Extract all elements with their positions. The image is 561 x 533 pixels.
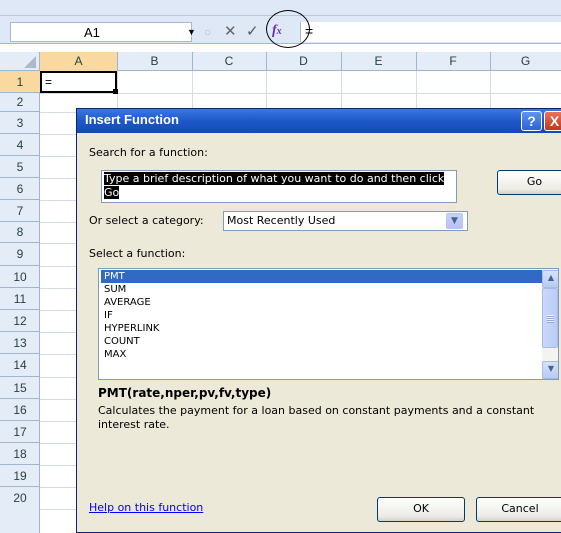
dialog-titlebar[interactable]: Insert Function ? X xyxy=(77,109,561,133)
search-input[interactable]: Type a brief description of what you wan… xyxy=(101,170,457,203)
select-all-icon xyxy=(24,56,36,68)
row-header-10[interactable]: 10 xyxy=(0,266,40,288)
cell-a1-value: = xyxy=(45,75,53,89)
name-box-value: A1 xyxy=(84,25,100,40)
row-header-15[interactable]: 15 xyxy=(0,377,40,399)
column-header-e[interactable]: E xyxy=(341,52,417,71)
fill-handle[interactable] xyxy=(113,89,118,94)
close-icon[interactable]: X xyxy=(544,111,561,131)
list-item-if[interactable]: IF xyxy=(101,309,544,322)
list-item-sum[interactable]: SUM xyxy=(101,283,544,296)
help-on-function-link[interactable]: Help on this function xyxy=(89,501,203,514)
row-header-5[interactable]: 5 xyxy=(0,156,40,178)
chevron-down-icon[interactable]: ▼ xyxy=(187,27,196,37)
row-header-16[interactable]: 16 xyxy=(0,399,40,421)
dialog-title: Insert Function xyxy=(85,112,179,127)
column-header-g[interactable]: G xyxy=(490,52,561,71)
list-item-count[interactable]: COUNT xyxy=(101,335,544,348)
row-header-17[interactable]: 17 xyxy=(0,421,40,443)
scroll-thumb[interactable] xyxy=(542,288,558,348)
fx-highlight-circle xyxy=(266,10,310,48)
row-header-19[interactable]: 19 xyxy=(0,465,40,487)
column-header-row: A B C D E F G xyxy=(0,52,561,71)
cancel-icon[interactable]: ✕ xyxy=(224,23,237,41)
formula-input[interactable] xyxy=(300,22,561,42)
go-button[interactable]: Go xyxy=(497,170,561,195)
help-icon[interactable]: ? xyxy=(521,111,542,131)
row-header-11[interactable]: 11 xyxy=(0,288,40,310)
search-input-text: Type a brief description of what you wan… xyxy=(104,172,445,199)
row-header-6[interactable]: 6 xyxy=(0,178,40,200)
row-header-20[interactable]: 20 xyxy=(0,487,40,509)
row-header-column: 1 2 3 4 5 6 7 8 9 10 11 12 13 14 15 16 1… xyxy=(0,71,40,533)
row-header-13[interactable]: 13 xyxy=(0,332,40,354)
list-item-pmt[interactable]: PMT xyxy=(101,270,544,283)
cancel-button[interactable]: Cancel xyxy=(476,497,561,522)
row-header-9[interactable]: 9 xyxy=(0,243,40,266)
ok-button[interactable]: OK xyxy=(377,497,465,522)
column-header-f[interactable]: F xyxy=(416,52,491,71)
category-value: Most Recently Used xyxy=(227,214,336,227)
row-header-14[interactable]: 14 xyxy=(0,354,40,377)
row-header-18[interactable]: 18 xyxy=(0,443,40,465)
scroll-up-icon[interactable]: ▲ xyxy=(542,270,558,288)
row-header-12[interactable]: 12 xyxy=(0,310,40,332)
column-header-c[interactable]: C xyxy=(192,52,267,71)
list-item-max[interactable]: MAX xyxy=(101,348,544,361)
category-select[interactable]: Most Recently Used ▼ xyxy=(223,211,468,231)
dropdown-arrow-icon[interactable]: ▼ xyxy=(446,213,463,229)
row-header-8[interactable]: 8 xyxy=(0,222,40,243)
function-list[interactable]: PMT SUM AVERAGE IF HYPERLINK COUNT MAX ▲… xyxy=(98,268,559,380)
gridline xyxy=(40,93,561,94)
list-item-hyperlink[interactable]: HYPERLINK xyxy=(101,322,544,335)
row-header-4[interactable]: 4 xyxy=(0,134,40,156)
search-label: Search for a function: xyxy=(89,146,208,159)
insert-function-dialog: Insert Function ? X Search for a functio… xyxy=(76,108,561,533)
function-description: Calculates the payment for a loan based … xyxy=(98,404,535,431)
column-header-d[interactable]: D xyxy=(266,52,342,71)
list-scrollbar[interactable]: ▲ ▼ xyxy=(542,269,558,379)
column-header-a[interactable]: A xyxy=(40,52,118,71)
row-header-3[interactable]: 3 xyxy=(0,112,40,134)
grip-icon xyxy=(547,315,554,323)
name-box[interactable]: A1 ▼ xyxy=(10,22,196,42)
column-header-b[interactable]: B xyxy=(117,52,193,71)
active-cell-a1[interactable]: = xyxy=(40,71,117,93)
function-signature: PMT(rate,nper,pv,fv,type) xyxy=(98,386,272,400)
row-header-2[interactable]: 2 xyxy=(0,93,40,112)
separator-icon: ○ xyxy=(204,25,212,39)
list-item-average[interactable]: AVERAGE xyxy=(101,296,544,309)
select-function-label: Select a function: xyxy=(89,247,186,260)
row-header-1[interactable]: 1 xyxy=(0,71,40,93)
row-header-7[interactable]: 7 xyxy=(0,200,40,222)
scroll-down-icon[interactable]: ▼ xyxy=(542,361,558,379)
category-label: Or select a category: xyxy=(89,214,204,227)
enter-icon[interactable]: ✓ xyxy=(246,23,259,41)
